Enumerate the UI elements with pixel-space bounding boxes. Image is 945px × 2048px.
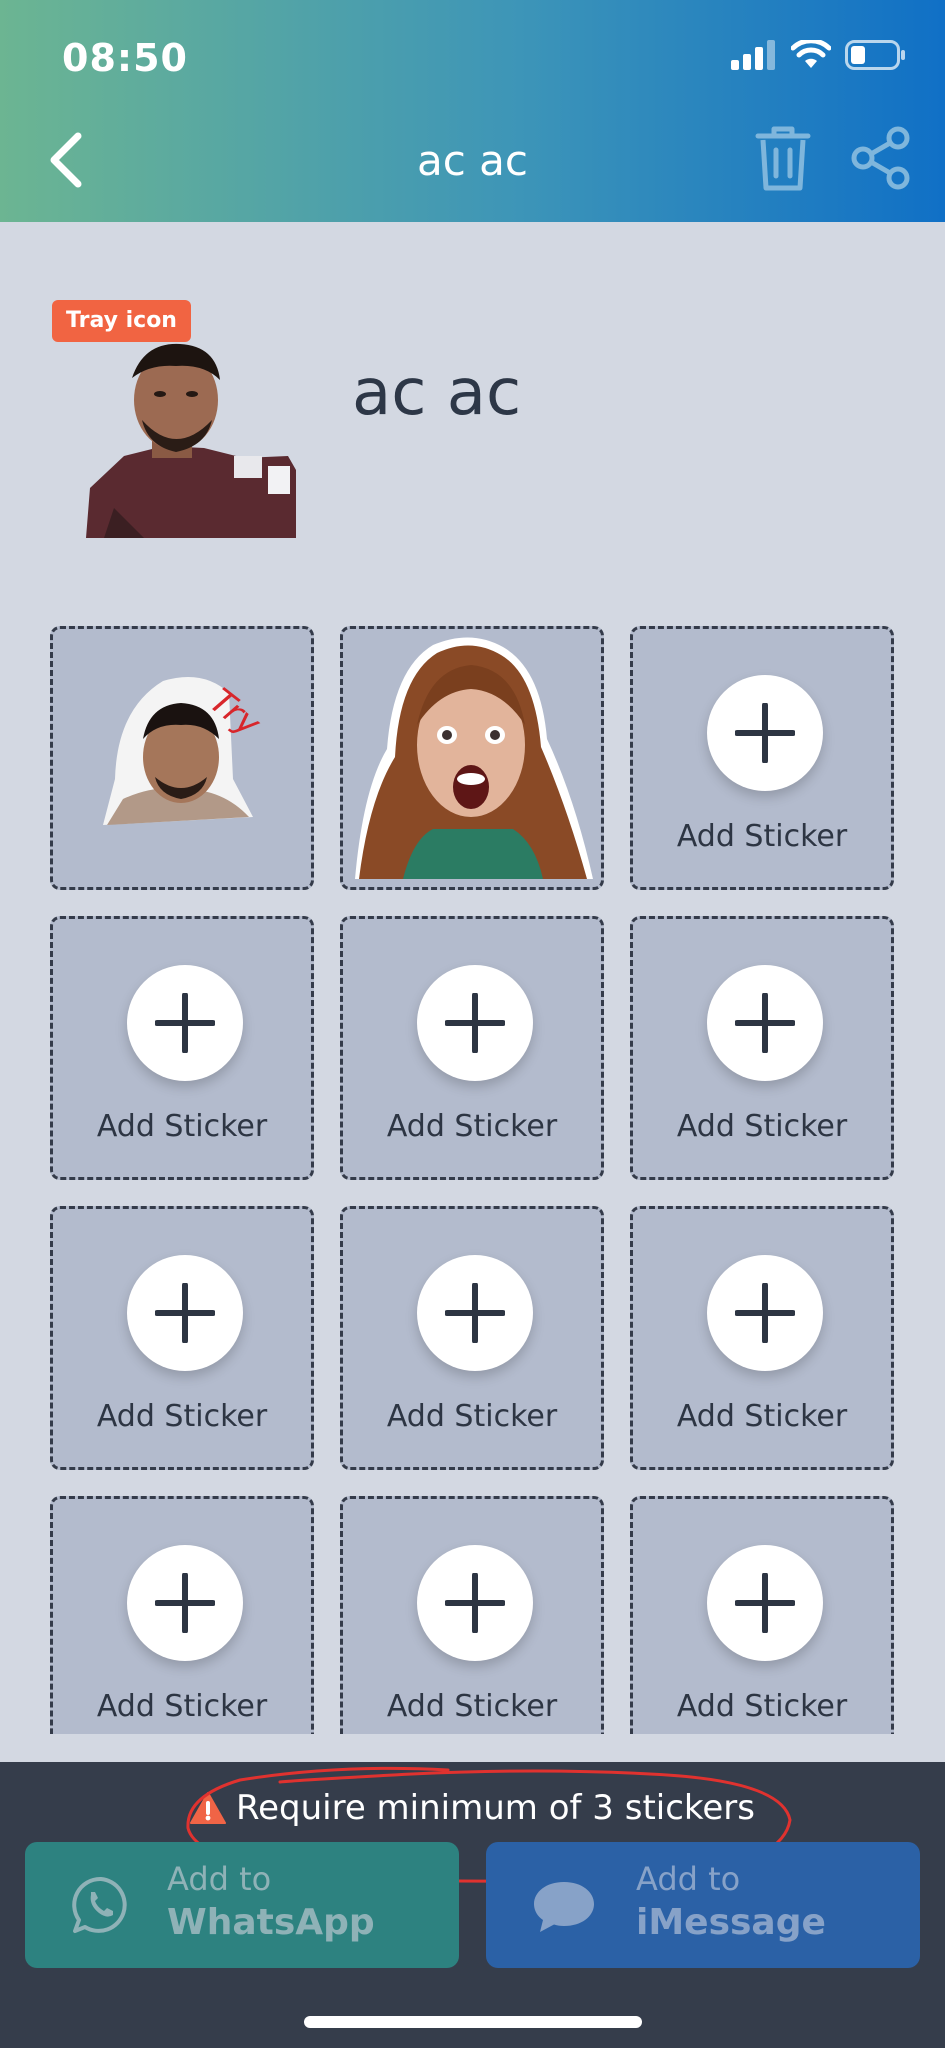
status-time: 08:50: [62, 36, 188, 80]
sticker-image: Try: [103, 677, 268, 825]
plus-icon: [707, 1255, 823, 1371]
add-sticker-slot[interactable]: Add Sticker: [630, 1496, 894, 1734]
whatsapp-line2: WhatsApp: [167, 1902, 375, 1943]
add-sticker-label: Add Sticker: [676, 1399, 848, 1434]
signal-icon: [731, 40, 775, 70]
status-icons: [731, 40, 907, 70]
add-sticker-label: Add Sticker: [386, 1399, 558, 1434]
bottom-bar: Require minimum of 3 stickers Add to Wha…: [0, 1762, 945, 2048]
add-to-imessage-button[interactable]: Add to iMessage: [486, 1842, 920, 1968]
sticker-image: [355, 637, 593, 879]
add-to-whatsapp-button[interactable]: Add to WhatsApp: [25, 1842, 459, 1968]
plus-icon: [127, 965, 243, 1081]
wifi-icon: [791, 40, 831, 68]
app-header: 08:50 ac ac: [0, 0, 945, 222]
battery-icon: [845, 40, 905, 70]
sticker-slot-filled[interactable]: [340, 626, 604, 890]
trash-icon[interactable]: [754, 124, 812, 192]
tray-icon-badge: Tray icon: [52, 300, 191, 342]
add-sticker-label: Add Sticker: [96, 1689, 268, 1724]
add-sticker-label: Add Sticker: [676, 819, 848, 854]
add-sticker-slot[interactable]: Add Sticker: [630, 1206, 894, 1470]
imessage-icon: [534, 1882, 594, 1932]
sticker-grid: Try Add Sticker Add Sticker Add Sticker: [50, 626, 896, 1734]
pack-title: ac ac: [352, 356, 522, 430]
add-sticker-label: Add Sticker: [676, 1109, 848, 1144]
whatsapp-button-text: Add to WhatsApp: [167, 1860, 375, 1943]
imessage-line1: Add to: [636, 1860, 741, 1898]
imessage-line2: iMessage: [636, 1902, 826, 1943]
add-sticker-label: Add Sticker: [96, 1399, 268, 1434]
plus-icon: [707, 965, 823, 1081]
whatsapp-icon: [72, 1876, 127, 1933]
add-sticker-label: Add Sticker: [386, 1689, 558, 1724]
plus-icon: [127, 1255, 243, 1371]
sticker-slot-filled[interactable]: Try: [50, 626, 314, 890]
add-sticker-slot[interactable]: Add Sticker: [340, 1496, 604, 1734]
imessage-button-text: Add to iMessage: [636, 1860, 826, 1943]
plus-icon: [417, 1545, 533, 1661]
share-icon[interactable]: [850, 126, 912, 190]
add-sticker-label: Add Sticker: [386, 1109, 558, 1144]
add-sticker-slot[interactable]: Add Sticker: [630, 626, 894, 890]
add-sticker-slot[interactable]: Add Sticker: [50, 1496, 314, 1734]
add-sticker-slot[interactable]: Add Sticker: [50, 1206, 314, 1470]
plus-icon: [127, 1545, 243, 1661]
add-sticker-slot[interactable]: Add Sticker: [340, 1206, 604, 1470]
add-sticker-slot[interactable]: Add Sticker: [340, 916, 604, 1180]
tray-image[interactable]: [84, 338, 296, 538]
plus-icon: [417, 1255, 533, 1371]
plus-icon: [707, 675, 823, 791]
add-sticker-slot[interactable]: Add Sticker: [630, 916, 894, 1180]
plus-icon: [707, 1545, 823, 1661]
add-sticker-label: Add Sticker: [676, 1689, 848, 1724]
home-indicator: [304, 2016, 642, 2028]
plus-icon: [417, 965, 533, 1081]
whatsapp-line1: Add to: [167, 1860, 272, 1898]
add-sticker-label: Add Sticker: [96, 1109, 268, 1144]
add-sticker-slot[interactable]: Add Sticker: [50, 916, 314, 1180]
